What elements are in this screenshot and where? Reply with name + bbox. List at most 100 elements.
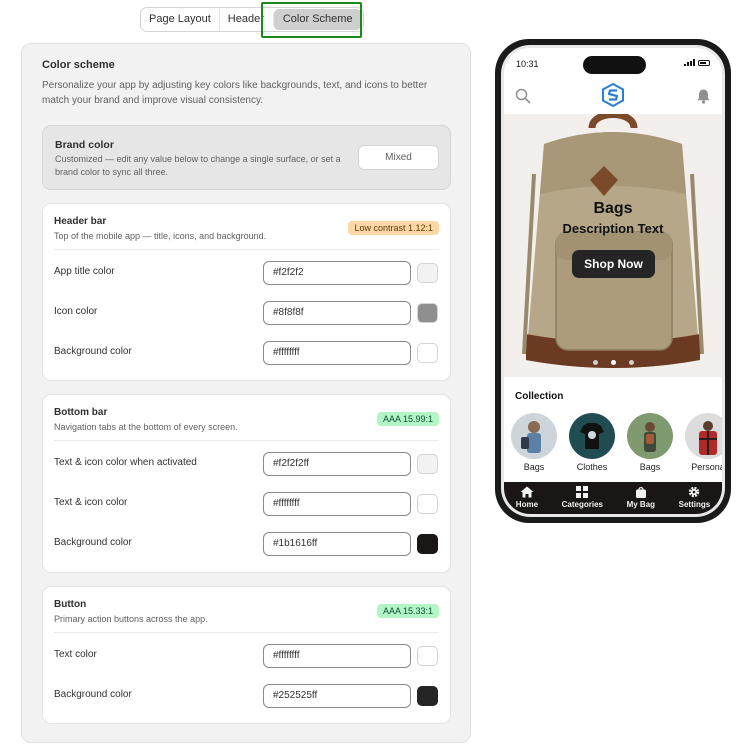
collection-item[interactable]: Clothes	[566, 413, 618, 472]
hero-banner[interactable]: Bags Description Text Shop Now	[504, 114, 722, 377]
grid-icon	[576, 486, 589, 498]
backpack-outdoor-image	[627, 413, 673, 459]
collection-label: Clothes	[576, 462, 608, 472]
status-time: 10:31	[516, 59, 539, 69]
nav-label: Categories	[561, 500, 603, 509]
search-icon[interactable]	[515, 88, 531, 104]
row-label: Background color	[54, 689, 132, 700]
brand-color-title: Brand color	[55, 139, 114, 151]
carousel-dot-active[interactable]	[610, 360, 616, 365]
app-title-color-input[interactable]: #f2f2f2	[263, 261, 411, 285]
color-row: Icon color #8f8f8f	[54, 301, 439, 325]
background-color-input[interactable]: #ffffffff	[263, 341, 411, 365]
gear-icon	[689, 486, 700, 498]
bell-icon[interactable]	[696, 88, 711, 104]
backpack-image	[504, 114, 722, 377]
nav-label: Settings	[678, 500, 711, 509]
button-card: Button Primary action buttons across the…	[42, 586, 451, 724]
phone-preview: 10:31 Bags Description Text Shop Now Col…	[495, 39, 731, 523]
collection-item[interactable]: Persona	[682, 413, 722, 472]
contrast-badge: Low contrast 1.12:1	[348, 221, 439, 235]
color-swatch[interactable]	[417, 686, 438, 706]
collection-label: Bags	[639, 462, 661, 472]
nav-home[interactable]: Home	[516, 486, 538, 514]
button-background-color-input[interactable]: #252525ff	[263, 684, 411, 708]
person-with-bag-image	[511, 413, 557, 459]
row-label: Icon color	[54, 306, 98, 317]
nav-label: Home	[515, 500, 539, 509]
bag-icon	[635, 486, 646, 498]
brand-color-card: Brand color Customized — edit any value …	[42, 125, 451, 190]
color-scheme-panel: Color scheme Personalize your app by adj…	[21, 43, 471, 743]
active-text-icon-color-input[interactable]: #f2f2f2ff	[263, 452, 411, 476]
nav-settings[interactable]: Settings	[678, 486, 711, 514]
header-bar-description: Top of the mobile app — title, icons, an…	[54, 231, 267, 241]
tab-header[interactable]: Header	[218, 8, 272, 31]
header-bar-title: Header bar	[54, 216, 107, 227]
dynamic-island	[583, 56, 646, 74]
color-row: Background color #252525ff	[54, 684, 439, 708]
color-swatch[interactable]	[417, 343, 438, 363]
row-label: Text & icon color when activated	[54, 457, 197, 468]
header-bar-card: Header bar Top of the mobile app — title…	[42, 203, 451, 381]
color-swatch[interactable]	[417, 494, 438, 514]
icon-color-input[interactable]: #8f8f8f	[263, 301, 411, 325]
app-header	[504, 78, 722, 111]
bottom-nav: Home Categories My Bag Settings	[504, 482, 722, 514]
collection-item[interactable]: Bags	[624, 413, 676, 472]
brand-color-description: Customized — edit any value below to cha…	[55, 154, 341, 177]
battery-icon	[698, 59, 710, 66]
button-section-title: Button	[54, 599, 87, 610]
background-color-input[interactable]: #1b1616ff	[263, 532, 411, 556]
bottom-bar-description: Navigation tabs at the bottom of every s…	[54, 422, 238, 432]
shop-now-button[interactable]: Shop Now	[572, 250, 655, 278]
bottom-bar-title: Bottom bar	[54, 407, 108, 418]
divider	[54, 440, 439, 441]
nav-my-bag[interactable]: My Bag	[627, 486, 655, 514]
panel-description: Personalize your app by adjusting key co…	[42, 80, 428, 106]
collection-label: Bags	[523, 462, 545, 472]
row-label: Background color	[54, 346, 132, 357]
row-label: Text color	[54, 649, 97, 660]
color-row: Text & icon color #ffffffff	[54, 492, 439, 516]
contrast-badge: AAA 15.99:1	[376, 412, 439, 426]
carousel-dot[interactable]	[592, 360, 598, 365]
color-row: Text & icon color when activated #f2f2f2…	[54, 452, 439, 476]
nav-categories[interactable]: Categories	[562, 486, 603, 514]
hero-subtitle: Description Text	[562, 221, 664, 236]
home-icon	[520, 486, 534, 498]
plaid-shirt-image	[685, 413, 722, 459]
collection-label: Persona	[691, 462, 722, 472]
row-label: App title color	[54, 266, 115, 277]
carousel-dot[interactable]	[628, 360, 634, 365]
contrast-badge: AAA 15.33:1	[376, 604, 439, 618]
collection-title: Collection	[515, 391, 564, 402]
row-label: Background color	[54, 537, 132, 548]
text-icon-color-input[interactable]: #ffffffff	[263, 492, 411, 516]
tab-page-layout[interactable]: Page Layout	[141, 8, 219, 31]
button-text-color-input[interactable]: #ffffffff	[263, 644, 411, 668]
color-row: Text color #ffffffff	[54, 644, 439, 668]
panel-title: Color scheme	[42, 59, 115, 71]
hero-title: Bags	[593, 200, 633, 217]
signal-icon	[684, 59, 695, 66]
color-row: Background color #1b1616ff	[54, 532, 439, 556]
color-row: App title color #f2f2f2	[54, 261, 439, 285]
button-section-description: Primary action buttons across the app.	[54, 614, 208, 624]
row-label: Text & icon color	[54, 497, 128, 508]
status-icons	[684, 59, 710, 66]
carousel-dots	[504, 360, 722, 365]
collection-item[interactable]: Bags	[508, 413, 560, 472]
phone-screen: 10:31 Bags Description Text Shop Now Col…	[504, 48, 722, 514]
color-swatch[interactable]	[417, 534, 438, 554]
color-swatch[interactable]	[417, 263, 438, 283]
color-swatch[interactable]	[417, 303, 438, 323]
tshirt-image	[569, 413, 615, 459]
divider	[54, 249, 439, 250]
tab-bar: Page Layout Header Color Scheme	[140, 7, 364, 32]
color-swatch[interactable]	[417, 646, 438, 666]
brand-color-button[interactable]: Mixed	[358, 145, 439, 170]
nav-label: My Bag	[626, 500, 656, 509]
color-swatch[interactable]	[417, 454, 438, 474]
tab-color-scheme[interactable]: Color Scheme	[272, 9, 362, 30]
